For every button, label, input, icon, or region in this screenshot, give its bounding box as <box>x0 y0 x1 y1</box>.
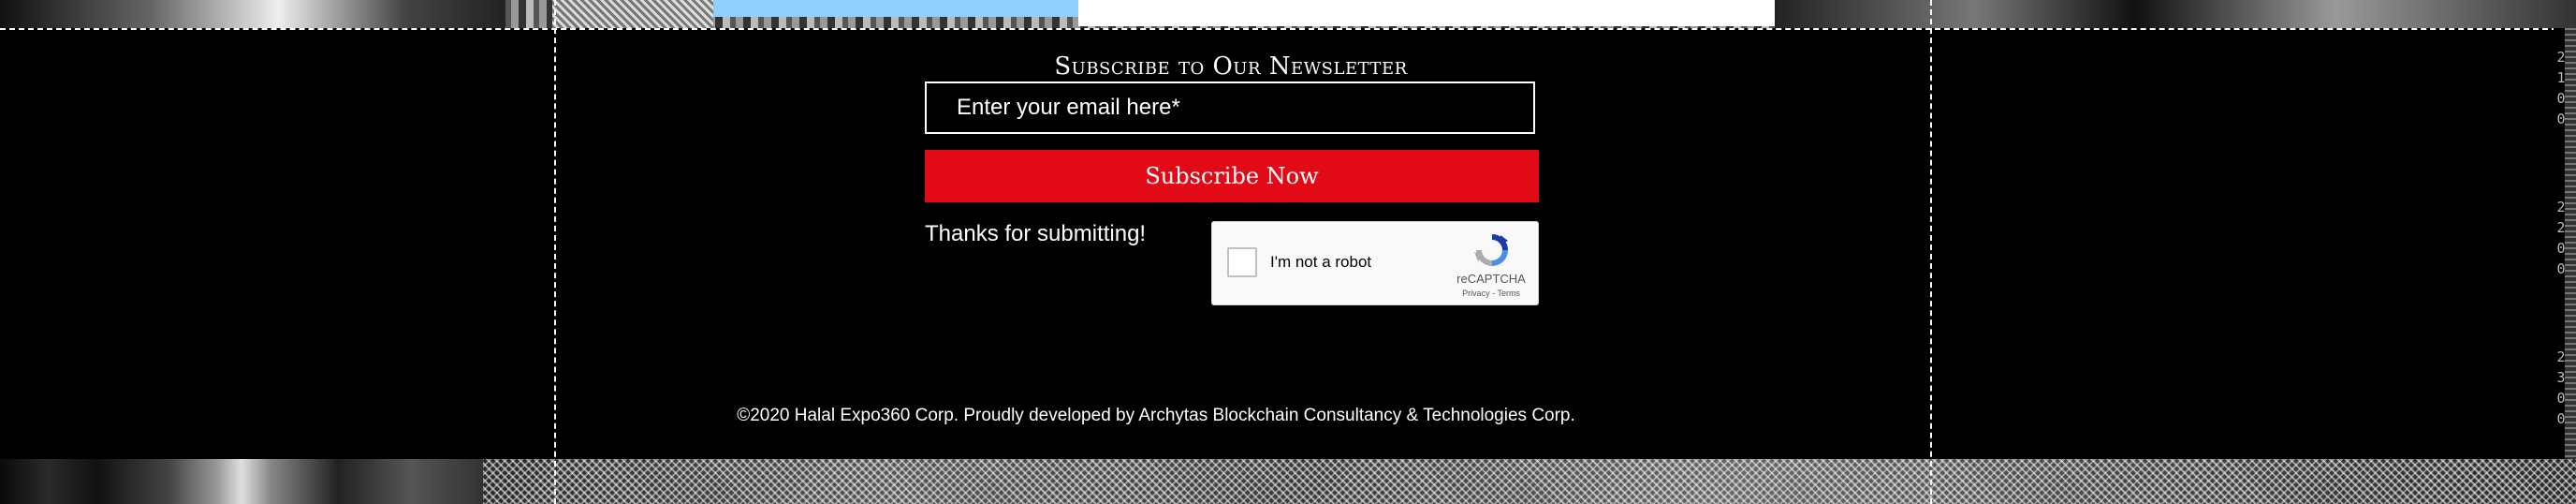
recaptcha-brand: reCAPTCHA <box>1456 272 1526 286</box>
top-light-blue-bar <box>713 0 1078 17</box>
recaptcha-logo-icon <box>1474 234 1508 266</box>
recaptcha-privacy-link[interactable]: Privacy <box>1462 289 1490 298</box>
ruler-label: 2300 <box>2556 348 2566 427</box>
email-input[interactable] <box>927 83 1533 132</box>
section-guide-top <box>0 28 2576 30</box>
bottom-left-photo <box>0 459 483 504</box>
section-guide-right <box>1930 0 1932 504</box>
top-right-photo <box>1775 0 2576 28</box>
footer-copyright: ©2020 Halal Expo360 Corp. Proudly develo… <box>737 406 1575 425</box>
vertical-ruler: 2100 2200 2300 <box>2554 28 2576 459</box>
top-pattern-photo <box>552 0 713 28</box>
top-white-panel <box>1078 0 1775 26</box>
recaptcha-checkbox[interactable] <box>1227 247 1257 277</box>
thanks-message: Thanks for submitting! <box>925 221 1147 246</box>
ruler-label: 2200 <box>2556 199 2566 277</box>
recaptcha-separator: - <box>1492 289 1496 298</box>
recaptcha-label: I'm not a robot <box>1270 253 1372 271</box>
recaptcha-widget: I'm not a robot reCAPTCHA Privacy - Term… <box>1211 221 1539 305</box>
recaptcha-links: Privacy - Terms <box>1446 289 1536 298</box>
top-left-photo <box>0 0 505 28</box>
top-background-image <box>0 0 2576 28</box>
bottom-pattern-photo <box>483 459 2576 504</box>
email-field[interactable] <box>925 82 1535 134</box>
section-guide-left <box>554 0 556 504</box>
newsletter-title: Subscribe to Our Newsletter <box>1054 52 1408 81</box>
bottom-background-image <box>0 459 2576 504</box>
ruler-label: 2100 <box>2556 49 2566 127</box>
recaptcha-terms-link[interactable]: Terms <box>1497 289 1520 298</box>
subscribe-button[interactable]: Subscribe Now <box>925 150 1539 202</box>
